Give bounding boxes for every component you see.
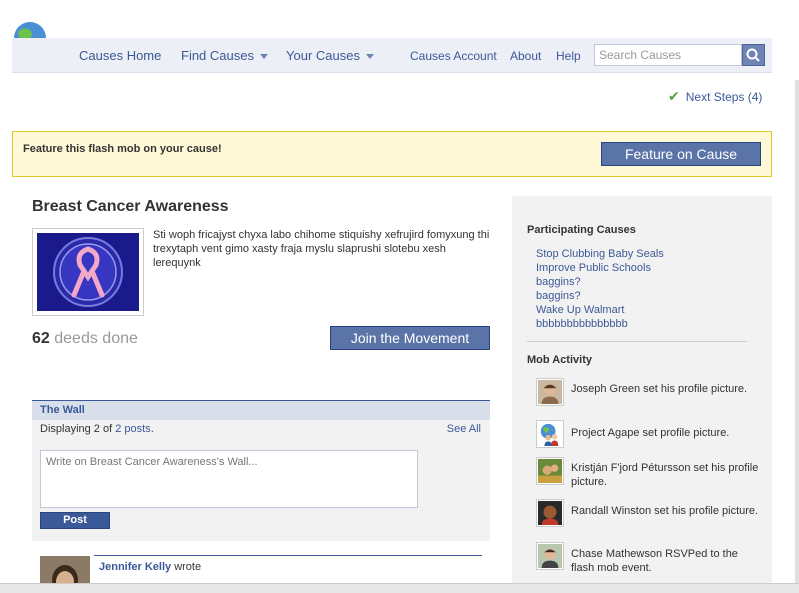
cause-description: Sti woph fricajyst chyxa labo chihome st… <box>153 229 490 269</box>
activity-avatar[interactable] <box>536 378 564 406</box>
participating-causes-heading: Participating Causes <box>527 224 636 236</box>
activity-avatar[interactable] <box>536 457 564 485</box>
top-nav-bar: Causes Home Find Causes Your Causes Caus… <box>12 38 772 73</box>
wall-section: The Wall Displaying 2 of 2 posts. See Al… <box>32 400 490 593</box>
activity-item-text: Randall Winston set his profile picture. <box>571 505 759 517</box>
search-button[interactable] <box>742 44 765 66</box>
deeds-label: deeds done <box>54 330 138 347</box>
sidebar: Participating Causes Stop Clubbing Baby … <box>512 196 772 593</box>
activity-avatar[interactable] <box>536 499 564 527</box>
activity-item-text: Joseph Green set his profile picture. <box>571 383 748 395</box>
magnifier-icon <box>746 48 760 62</box>
wall-posts-link[interactable]: 2 posts <box>115 423 150 435</box>
deeds-count: 62 <box>32 330 50 347</box>
nav-causes-account[interactable]: Causes Account <box>410 49 497 63</box>
cause-title: Breast Cancer Awareness <box>32 198 229 215</box>
wall-displaying-suffix: . <box>150 423 154 435</box>
sidebar-divider <box>527 341 747 342</box>
next-steps-link[interactable]: ✔ Next Steps (4) <box>668 88 762 105</box>
nav-your-causes-label: Your Causes <box>286 48 360 63</box>
post-verb: wrote <box>174 561 202 573</box>
post-divider <box>94 555 482 556</box>
activity-item-text: Kristján F'jord Pétursson set his profil… <box>571 462 759 488</box>
search-input[interactable] <box>594 44 742 66</box>
pink-ribbon-icon <box>37 233 139 311</box>
nav-your-causes[interactable]: Your Causes <box>286 48 374 63</box>
activity-item-text: Chase Mathewson RSVPed to the flash mob … <box>571 548 738 574</box>
participating-cause-link[interactable]: Wake Up Walmart <box>536 304 624 316</box>
participating-cause-link[interactable]: baggins? <box>536 276 581 288</box>
activity-item-text: Project Agape set profile picture. <box>571 427 730 439</box>
nav-about[interactable]: About <box>510 49 541 63</box>
nav-causes-home[interactable]: Causes Home <box>79 48 161 63</box>
activity-avatar[interactable] <box>536 420 564 448</box>
wall-title[interactable]: The Wall <box>40 404 85 416</box>
feature-on-cause-button[interactable]: Feature on Cause <box>601 142 761 166</box>
nav-help[interactable]: Help <box>556 49 581 63</box>
participating-cause-link[interactable]: Stop Clubbing Baby Seals <box>536 248 664 260</box>
window-edge <box>795 80 799 585</box>
chevron-down-icon <box>259 54 268 60</box>
participating-cause-link[interactable]: baggins? <box>536 290 581 302</box>
join-movement-button[interactable]: Join the Movement <box>330 326 490 350</box>
feature-banner: Feature this flash mob on your cause! Fe… <box>12 131 772 177</box>
nav-find-causes-label: Find Causes <box>181 48 254 63</box>
participating-cause-link[interactable]: Improve Public Schools <box>536 262 651 274</box>
participating-cause-link[interactable]: bbbbbbbbbbbbbbb <box>536 318 628 330</box>
cause-image <box>32 228 144 316</box>
post-author-link[interactable]: Jennifer Kelly <box>99 561 171 573</box>
wall-header: The Wall <box>32 401 490 420</box>
browser-status-bar <box>0 583 799 593</box>
deeds-counter: 62 deeds done <box>32 330 138 348</box>
wall-post-input[interactable] <box>40 450 418 508</box>
nav-find-causes[interactable]: Find Causes <box>181 48 268 63</box>
checkmark-icon: ✔ <box>668 88 680 104</box>
wall-post-button[interactable]: Post <box>40 512 110 529</box>
post-author-line: Jennifer Kelly wrote <box>99 561 201 573</box>
wall-displaying-text: Displaying 2 of <box>40 423 113 435</box>
activity-avatar[interactable] <box>536 542 564 570</box>
mob-activity-heading: Mob Activity <box>527 354 592 366</box>
wall-post-count: Displaying 2 of 2 posts. <box>40 423 154 435</box>
wall-see-all-link[interactable]: See All <box>447 423 481 435</box>
next-steps-label: Next Steps (4) <box>685 90 763 104</box>
feature-banner-text: Feature this flash mob on your cause! <box>23 143 222 155</box>
chevron-down-icon <box>365 54 374 60</box>
